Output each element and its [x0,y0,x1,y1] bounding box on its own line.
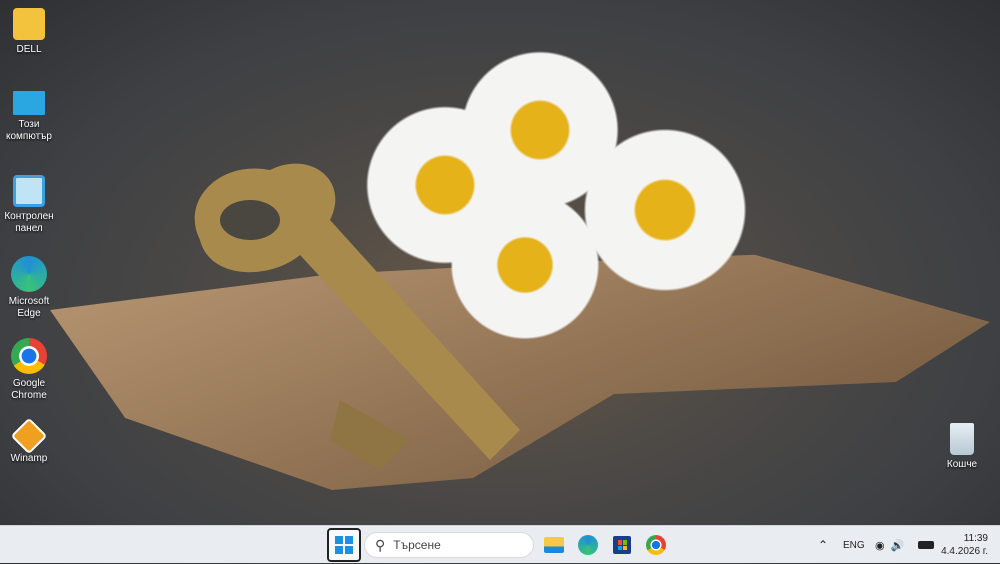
file-explorer-icon [544,537,564,553]
windows-logo-icon [335,536,353,554]
quick-settings-button[interactable]: ◉ 🔊 [875,526,935,564]
desktop-icon-edge[interactable]: Microsoft Edge [2,256,56,320]
edge-icon [578,535,598,555]
monitor-icon [13,91,45,115]
folder-user-icon [13,8,45,40]
chrome-icon [11,338,47,374]
language-indicator[interactable]: ENG [843,526,865,564]
chevron-up-icon: ⌃ [818,538,829,552]
desktop-icon-recycle-bin[interactable]: Кошче [935,423,989,471]
desktop-icon-dell[interactable]: DELL [2,8,56,56]
control-panel-icon [13,175,45,207]
desktop-icon-control-panel[interactable]: Контролен панел [2,175,56,235]
desktop-icon-this-pc[interactable]: Този компютър [2,91,56,143]
battery-icon [918,541,935,549]
edge-taskbar-button[interactable] [573,530,603,560]
volume-icon: 🔊 [890,539,905,552]
store-icon [613,536,631,554]
desktop-icon-chrome[interactable]: Google Chrome [2,338,56,402]
search-icon: ⚲ [375,536,386,553]
show-hidden-icons-button[interactable]: ⌃ [818,526,828,564]
desktop-icon-winamp[interactable]: Winamp [2,417,56,465]
store-button[interactable] [607,530,637,560]
chrome-taskbar-button[interactable] [641,530,671,560]
file-explorer-button[interactable] [539,530,569,560]
clock[interactable]: 11:39 4.4.2026 г. [940,526,988,564]
start-button[interactable] [327,528,361,562]
taskbar: ⚲ Търсене ⌃ ENG ◉ 🔊 11:39 4.4.2026 г. [0,525,1000,563]
edge-icon [11,256,47,292]
recycle-bin-icon [950,423,974,455]
wifi-icon: ◉ [875,539,885,552]
desktop-wallpaper [0,0,1000,525]
search-box[interactable]: ⚲ Търсене [364,532,534,558]
winamp-icon [10,417,48,455]
chrome-icon [646,535,666,555]
